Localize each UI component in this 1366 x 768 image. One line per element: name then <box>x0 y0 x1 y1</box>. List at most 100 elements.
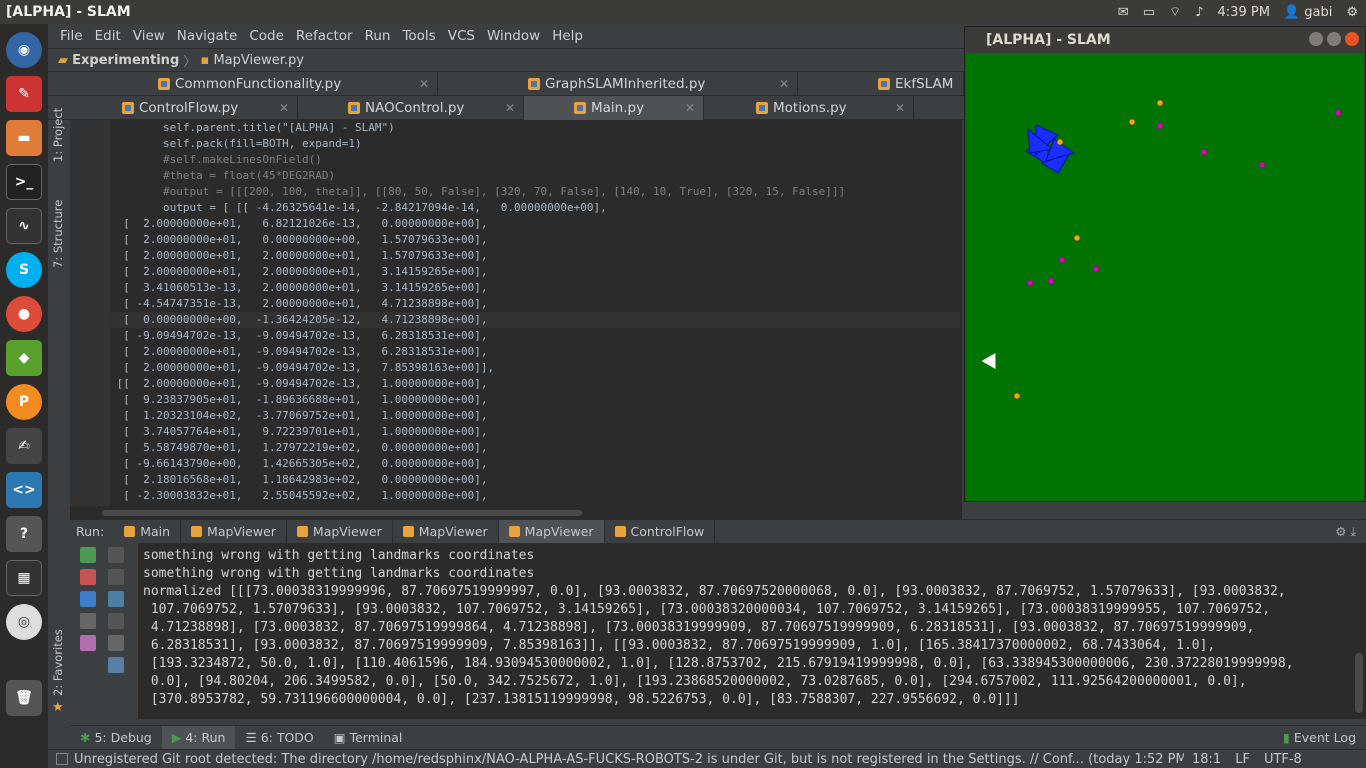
tab-label: GraphSLAMInherited.py <box>545 76 706 92</box>
text-editor-icon[interactable]: ✍ <box>6 428 42 464</box>
mail-icon[interactable]: ✉ <box>1118 5 1129 20</box>
run-tab-mapviewer-1[interactable]: MapViewer <box>181 519 287 544</box>
wifi-icon[interactable]: ⌔ <box>1169 4 1181 20</box>
code-editor[interactable]: self.parent.title("[ALPHA] - SLAM") self… <box>70 120 962 506</box>
chrome-icon[interactable]: ● <box>6 296 42 332</box>
menu-file[interactable]: File <box>54 28 89 44</box>
close-icon[interactable]: ✕ <box>685 101 695 115</box>
menu-vcs[interactable]: VCS <box>442 28 481 44</box>
menu-tools[interactable]: Tools <box>396 28 441 44</box>
tab-main[interactable]: Main.py ✕ <box>524 96 704 120</box>
close-icon[interactable]: ✕ <box>895 101 905 115</box>
rerun-icon[interactable] <box>80 547 96 563</box>
print-icon[interactable] <box>108 635 124 651</box>
encoding[interactable]: UTF-8 <box>1264 752 1302 767</box>
slam-field[interactable] <box>966 53 1364 501</box>
menu-window[interactable]: Window <box>481 28 546 44</box>
pin-icon[interactable] <box>80 635 96 651</box>
close-icon[interactable] <box>1345 32 1359 46</box>
close-icon[interactable]: ✕ <box>779 77 789 91</box>
run-tab-label: Main <box>140 524 171 539</box>
pycharm-icon[interactable]: P <box>6 384 42 420</box>
breadcrumb-file[interactable]: MapViewer.py <box>213 53 304 68</box>
files-icon[interactable]: ▬ <box>6 120 42 156</box>
menu-edit[interactable]: Edit <box>89 28 127 44</box>
tab-controlflow[interactable]: ControlFlow.py ✕ <box>70 96 298 120</box>
workspace-icon[interactable]: ▦ <box>6 560 42 596</box>
event-log-tab[interactable]: ▮ Event Log <box>1273 730 1366 745</box>
maximize-icon[interactable] <box>1327 32 1341 46</box>
landmark-magenta <box>1200 148 1208 156</box>
unknown-app-icon[interactable]: ? <box>6 516 42 552</box>
status-checkbox[interactable] <box>56 753 68 765</box>
close-icon[interactable]: ✕ <box>419 77 429 91</box>
user-menu[interactable]: 👤 gabi <box>1284 5 1332 20</box>
line-separator[interactable]: LF <box>1235 752 1250 767</box>
terminal-tab[interactable]: ▣ Terminal <box>324 730 413 745</box>
python-file-icon <box>348 102 360 114</box>
run-tab-mapviewer-4[interactable]: MapViewer <box>498 519 605 544</box>
pause-icon[interactable] <box>80 591 96 607</box>
cursor-position[interactable]: 18:1 <box>1192 752 1221 767</box>
power-gear-icon[interactable]: ⚙ <box>1346 5 1358 20</box>
minimize-icon[interactable] <box>1309 32 1323 46</box>
menu-view[interactable]: View <box>127 28 171 44</box>
console-vertical-scrollbar[interactable] <box>1352 543 1366 719</box>
run-tab-mapviewer-3[interactable]: MapViewer <box>393 519 499 544</box>
landmark-orange <box>1056 138 1064 146</box>
clear-all-icon[interactable] <box>108 657 124 673</box>
tab-graphslaminherited[interactable]: GraphSLAMInherited.py ✕ <box>438 72 798 96</box>
menu-refactor[interactable]: Refactor <box>290 28 359 44</box>
close-icon[interactable]: ✕ <box>505 101 515 115</box>
terminal-icon[interactable]: >_ <box>6 164 42 200</box>
breadcrumb-project[interactable]: Experimenting <box>72 53 179 68</box>
landmark-orange <box>1156 99 1164 107</box>
close-icon[interactable]: ✕ <box>279 101 289 115</box>
volume-icon[interactable]: ♪ <box>1195 5 1203 20</box>
settings-icon[interactable]: ✎ <box>6 76 42 112</box>
scroll-to-end-icon[interactable] <box>108 613 124 629</box>
code-line: [ 9.23837905e+01, -1.89636688e+01, 1.000… <box>110 393 488 406</box>
tab-ekfslam[interactable]: EkfSLAM <box>798 72 964 96</box>
run-console-output[interactable]: something wrong with getting landmarks c… <box>138 543 1352 719</box>
menu-help[interactable]: Help <box>546 28 589 44</box>
run-settings-gear-icon[interactable]: ⚙ ⤓ <box>1335 524 1366 540</box>
debug-tab[interactable]: ✱ 5: Debug <box>70 730 162 745</box>
run-tab[interactable]: ▶ 4: Run <box>161 725 236 750</box>
skype-icon[interactable]: S <box>6 252 42 288</box>
soft-wrap-icon[interactable] <box>108 591 124 607</box>
editor-horizontal-scrollbar[interactable] <box>70 506 962 520</box>
run-tab-main[interactable]: Main <box>114 519 182 544</box>
favorites-tool-tab[interactable]: 2: Favorites <box>51 629 65 696</box>
up-arrow-icon[interactable] <box>108 547 124 563</box>
todo-tab[interactable]: ☰ 6: TODO <box>235 730 323 745</box>
scroll-thumb[interactable] <box>1355 653 1363 713</box>
structure-tool-tab[interactable]: 7: Structure <box>51 200 65 268</box>
tab-naocontrol[interactable]: NAOControl.py ✕ <box>298 96 524 120</box>
tab-motions[interactable]: Motions.py ✕ <box>704 96 914 120</box>
clock[interactable]: 4:39 PM <box>1218 5 1270 20</box>
console-line: 107.7069752, 1.57079633], [93.0003832, 1… <box>143 602 1271 617</box>
down-arrow-icon[interactable] <box>108 569 124 585</box>
dump-threads-icon[interactable] <box>80 613 96 629</box>
slam-window-title: [ALPHA] - SLAM <box>986 32 1111 48</box>
dash-icon[interactable]: ◉ <box>6 32 42 68</box>
status-message[interactable]: Unregistered Git root detected: The dire… <box>74 752 1184 767</box>
menu-navigate[interactable]: Navigate <box>171 28 244 44</box>
menu-run[interactable]: Run <box>359 28 397 44</box>
system-monitor-icon[interactable]: ∿ <box>6 208 42 244</box>
tab-commonfunctionality[interactable]: CommonFunctionality.py ✕ <box>158 72 438 96</box>
scroll-thumb[interactable] <box>102 510 582 516</box>
trash-icon[interactable]: 🗑 <box>6 680 42 716</box>
android-icon[interactable]: ◆ <box>6 340 42 376</box>
run-tab-controlflow[interactable]: ControlFlow <box>605 519 716 544</box>
stop-icon[interactable] <box>80 569 96 585</box>
dvd-icon[interactable]: ◎ <box>6 604 42 640</box>
slam-window[interactable]: [ALPHA] - SLAM <box>964 26 1366 502</box>
battery-icon[interactable]: ▭ <box>1143 5 1155 20</box>
run-tab-mapviewer-2[interactable]: MapViewer <box>287 519 393 544</box>
code-editor-icon[interactable]: <> <box>6 472 42 508</box>
project-tool-tab[interactable]: 1: Project <box>51 108 65 162</box>
code-line: [ 2.00000000e+01, 0.00000000e+00, 1.5707… <box>110 233 488 246</box>
menu-code[interactable]: Code <box>243 28 290 44</box>
